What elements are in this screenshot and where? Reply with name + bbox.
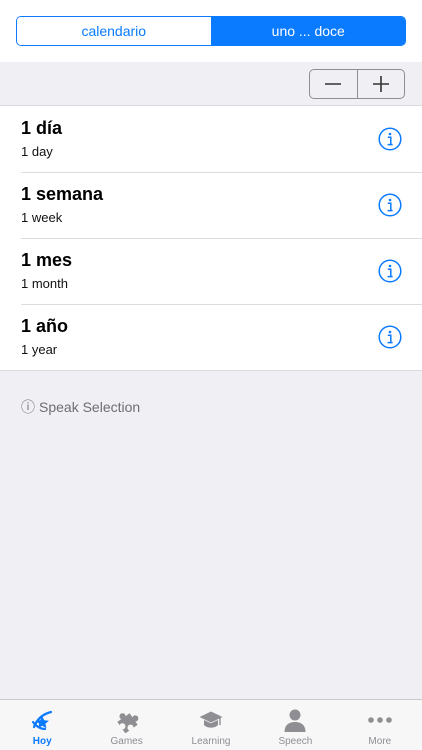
item-subtitle: 1 week: [21, 210, 63, 225]
tab-hoy[interactable]: Hoy: [0, 700, 84, 750]
person-icon: [284, 709, 306, 732]
tab-games[interactable]: Games: [84, 700, 168, 750]
info-icon[interactable]: [378, 127, 402, 151]
graduation-cap-icon: [199, 711, 223, 728]
note-info-icon: ⓘ: [21, 399, 35, 415]
tab-bar: Hoy Games Learning Speech More: [0, 699, 422, 750]
hoy-icon: [32, 710, 53, 731]
speak-selection-note[interactable]: ⓘ Speak Selection: [21, 397, 140, 417]
decrement-button[interactable]: [310, 70, 357, 98]
list-item[interactable]: 1 año 1 year: [0, 304, 422, 370]
item-subtitle: 1 day: [21, 144, 53, 159]
item-title: 1 semana: [21, 184, 104, 204]
info-icon[interactable]: [378, 193, 402, 217]
info-icon[interactable]: [378, 259, 402, 283]
tab-label: Speech: [278, 736, 313, 747]
item-title: 1 año: [21, 316, 69, 336]
list-item[interactable]: 1 semana 1 week: [0, 172, 422, 238]
list-item[interactable]: 1 mes 1 month: [0, 238, 422, 304]
minus-icon: [325, 83, 342, 85]
time-list: 1 día 1 day 1 semana 1 week 1 mes 1 mont…: [0, 106, 422, 371]
segmented-control: calendario uno ... doce: [16, 16, 406, 46]
top-bar: calendario uno ... doce: [0, 0, 422, 62]
tab-label: Hoy: [32, 736, 52, 747]
item-title: 1 día: [21, 118, 63, 138]
item-subtitle: 1 year: [21, 342, 58, 357]
app-root: calendario uno ... doce 1 día 1 day 1 se…: [0, 0, 422, 750]
plus-icon: [372, 76, 389, 92]
tab-learning[interactable]: Learning: [169, 700, 253, 750]
tab-label: Learning: [191, 736, 231, 747]
stepper: [309, 69, 405, 99]
item-subtitle: 1 month: [21, 276, 68, 291]
list-item[interactable]: 1 día 1 day: [0, 106, 422, 172]
segment-calendario[interactable]: calendario: [17, 17, 211, 45]
tab-label: Games: [110, 736, 143, 747]
increment-button[interactable]: [356, 70, 405, 98]
more-dots-icon: [368, 717, 392, 723]
tab-more[interactable]: More: [338, 700, 422, 750]
segment-uno-doce[interactable]: uno ... doce: [210, 17, 405, 45]
note-text: Speak Selection: [39, 399, 141, 415]
puzzle-icon: [116, 713, 138, 733]
stepper-area: [0, 62, 422, 106]
tab-label: More: [368, 736, 392, 747]
item-title: 1 mes: [21, 250, 73, 270]
info-icon[interactable]: [378, 325, 402, 349]
tab-speech[interactable]: Speech: [253, 700, 337, 750]
